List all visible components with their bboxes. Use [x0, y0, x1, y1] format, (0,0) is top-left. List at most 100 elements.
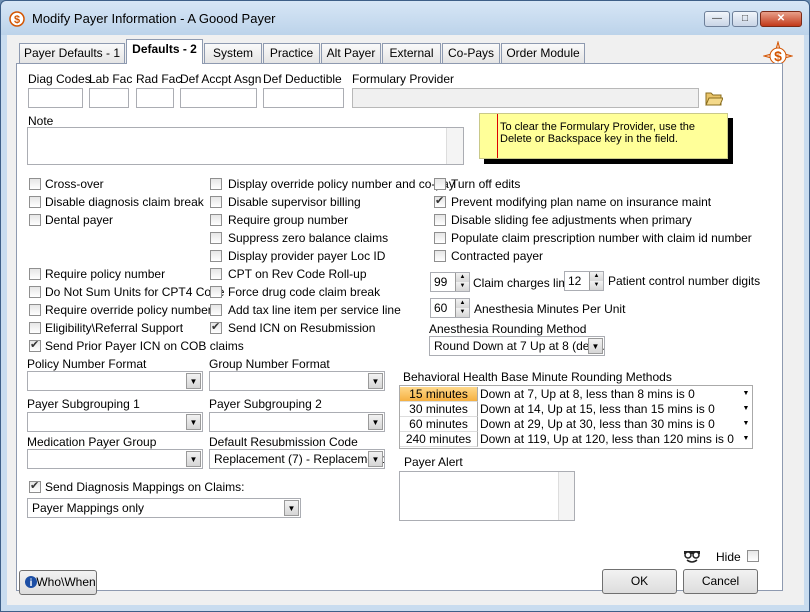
tab-defaults-2[interactable]: Defaults - 2 [126, 39, 203, 64]
require-override-policy-label: Require override policy number [45, 303, 212, 317]
open-folder-icon[interactable] [705, 89, 723, 107]
tab-system[interactable]: System [204, 43, 262, 63]
send-diagnosis-mappings-label: Send Diagnosis Mappings on Claims: [45, 480, 245, 494]
group-number-format-select[interactable]: ▼ [209, 371, 385, 391]
payer-subgrouping-2-label: Payer Subgrouping 2 [209, 397, 322, 411]
tab-co-pays[interactable]: Co-Pays [442, 43, 500, 63]
patient-control-digits-value: 12 [568, 274, 582, 288]
send-diagnosis-mappings-checkbox[interactable] [29, 479, 41, 493]
note-textarea[interactable] [27, 127, 464, 165]
bh-method-cell: Down at 29, Up at 30, less than 30 mins … [480, 417, 715, 431]
formulary-provider-input[interactable] [352, 88, 699, 108]
spinner-down-icon[interactable]: ▼ [455, 308, 469, 317]
spinner-down-icon[interactable]: ▼ [455, 282, 469, 291]
spinner-up-icon[interactable]: ▲ [589, 272, 603, 281]
default-resubmission-code-select[interactable]: Replacement (7) - Replacement ▼ [209, 449, 385, 469]
who-when-button[interactable]: i Who\When [19, 570, 97, 595]
dropdown-arrow-icon[interactable]: ▼ [740, 403, 752, 415]
force-drug-code-break-checkbox[interactable] [210, 286, 222, 298]
def-deductible-input[interactable] [263, 88, 344, 108]
send-icn-resubmission-checkbox[interactable] [210, 320, 222, 334]
tab-payer-defaults-1[interactable]: Payer Defaults - 1 [19, 43, 125, 63]
dropdown-arrow-icon[interactable]: ▼ [186, 414, 201, 430]
note-scrollbar[interactable] [446, 128, 463, 164]
dropdown-arrow-icon[interactable]: ▼ [368, 373, 383, 389]
cpt-rev-code-rollup-checkbox[interactable] [210, 268, 222, 280]
spinner-up-icon[interactable]: ▲ [455, 273, 469, 282]
client-area: Payer Defaults - 1 Defaults - 2 System P… [7, 35, 804, 605]
cpt-rev-code-rollup-label: CPT on Rev Code Roll-up [228, 267, 367, 281]
payer-subgrouping-2-select[interactable]: ▼ [209, 412, 385, 432]
suppress-zero-balance-checkbox[interactable] [210, 232, 222, 244]
contracted-payer-checkbox[interactable] [434, 250, 446, 262]
lab-fac-input[interactable] [89, 88, 129, 108]
dropdown-arrow-icon[interactable]: ▼ [368, 451, 383, 467]
prevent-modifying-plan-name-checkbox[interactable] [434, 194, 446, 208]
tab-order-module[interactable]: Order Module [501, 43, 585, 63]
dropdown-arrow-icon[interactable]: ▼ [368, 414, 383, 430]
table-row[interactable]: 15 minutes Down at 7, Up at 8, less than… [400, 387, 752, 402]
add-tax-line-item-checkbox[interactable] [210, 304, 222, 316]
payer-mappings-select[interactable]: Payer Mappings only ▼ [27, 498, 301, 518]
ok-button[interactable]: OK [602, 569, 677, 594]
eligibility-referral-checkbox[interactable] [29, 322, 41, 334]
disable-supervisor-billing-checkbox[interactable] [210, 196, 222, 208]
cross-over-checkbox[interactable] [29, 178, 41, 190]
hide-checkbox[interactable] [747, 550, 759, 562]
tab-alt-payer[interactable]: Alt Payer [321, 43, 381, 63]
default-resubmission-code-value: Replacement (7) - Replacement [214, 452, 385, 466]
require-group-number-checkbox[interactable] [210, 214, 222, 226]
rad-fac-input[interactable] [136, 88, 174, 108]
turn-off-edits-checkbox[interactable] [434, 178, 446, 190]
tab-practice[interactable]: Practice [263, 43, 320, 63]
spinner-down-icon[interactable]: ▼ [589, 281, 603, 290]
def-accpt-asgn-input[interactable] [180, 88, 257, 108]
payer-mappings-value: Payer Mappings only [32, 501, 145, 515]
patient-control-digits-spinner[interactable]: 12 ▲ ▼ [564, 271, 604, 291]
dropdown-arrow-icon[interactable]: ▼ [186, 451, 201, 467]
payer-alert-scrollbar[interactable] [558, 472, 574, 520]
disable-sliding-fee-checkbox[interactable] [434, 214, 446, 226]
table-row[interactable]: 30 minutes Down at 14, Up at 15, less th… [400, 402, 752, 417]
suppress-zero-balance-label: Suppress zero balance claims [228, 231, 389, 245]
minimize-button[interactable]: — [704, 11, 730, 27]
do-not-sum-units-checkbox[interactable] [29, 286, 41, 298]
bh-method-cell: Down at 7, Up at 8, less than 8 mins is … [480, 387, 695, 401]
display-provider-loc-id-checkbox[interactable] [210, 250, 222, 262]
anesthesia-rounding-select[interactable]: Round Down at 7 Up at 8 (default) ▼ [429, 336, 605, 356]
group-number-format-label: Group Number Format [209, 357, 330, 371]
maximize-button[interactable]: □ [732, 11, 758, 27]
spinner-up-icon[interactable]: ▲ [455, 299, 469, 308]
bh-minutes-cell: 240 minutes [400, 432, 478, 447]
populate-claim-prescription-checkbox[interactable] [434, 232, 446, 244]
bh-method-cell: Down at 119, Up at 120, less than 120 mi… [480, 432, 734, 446]
policy-number-format-select[interactable]: ▼ [27, 371, 203, 391]
table-row[interactable]: 60 minutes Down at 29, Up at 30, less th… [400, 417, 752, 432]
disable-diagnosis-claim-break-checkbox[interactable] [29, 196, 41, 208]
require-override-policy-checkbox[interactable] [29, 304, 41, 316]
dropdown-arrow-icon[interactable]: ▼ [740, 418, 752, 430]
dental-payer-checkbox[interactable] [29, 214, 41, 226]
display-override-policy-checkbox[interactable] [210, 178, 222, 190]
populate-claim-prescription-label: Populate claim prescription number with … [451, 231, 752, 245]
medication-payer-group-select[interactable]: ▼ [27, 449, 203, 469]
payer-subgrouping-1-select[interactable]: ▼ [27, 412, 203, 432]
dropdown-arrow-icon[interactable]: ▼ [588, 338, 603, 354]
close-button[interactable]: ✕ [760, 11, 802, 27]
anesthesia-minutes-spinner[interactable]: 60 ▲ ▼ [430, 298, 470, 318]
dropdown-arrow-icon[interactable]: ▼ [186, 373, 201, 389]
cancel-button[interactable]: Cancel [683, 569, 758, 594]
send-prior-payer-icn-checkbox[interactable] [29, 338, 41, 352]
hide-label: Hide [716, 550, 741, 564]
dropdown-arrow-icon[interactable]: ▼ [284, 500, 299, 516]
claim-charges-limit-spinner[interactable]: 99 ▲ ▼ [430, 272, 470, 292]
diag-codes-input[interactable] [28, 88, 83, 108]
dropdown-arrow-icon[interactable]: ▼ [740, 388, 752, 400]
table-row[interactable]: 240 minutes Down at 119, Up at 120, less… [400, 432, 752, 447]
tab-external[interactable]: External [382, 43, 441, 63]
window: $ Modify Payer Information - A Goood Pay… [0, 0, 810, 612]
dropdown-arrow-icon[interactable]: ▼ [740, 433, 752, 445]
require-policy-number-checkbox[interactable] [29, 268, 41, 280]
payer-alert-textarea[interactable] [399, 471, 575, 521]
claim-charges-limit-value: 99 [434, 275, 448, 289]
